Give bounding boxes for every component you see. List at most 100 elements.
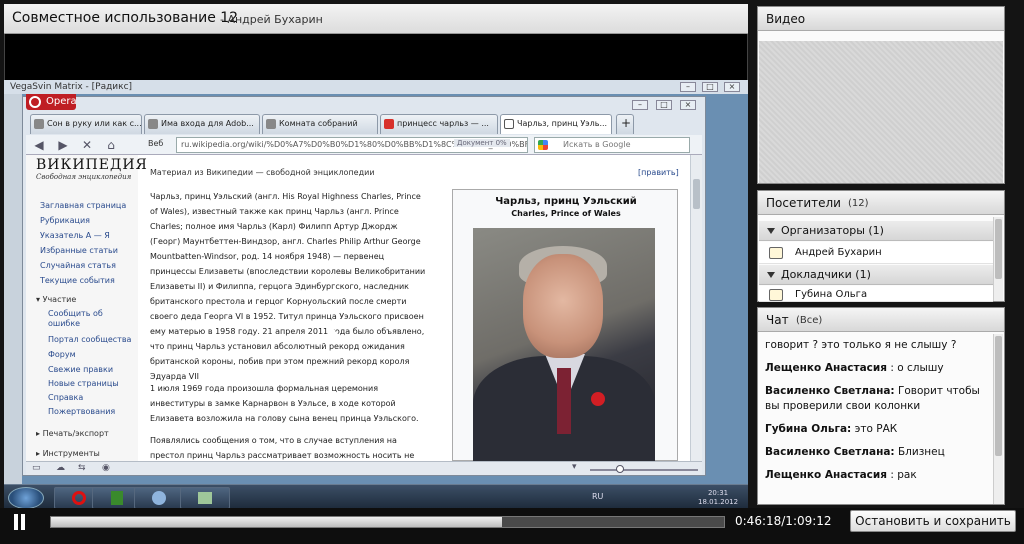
zoom-slider-knob[interactable]	[616, 465, 624, 473]
opera-icon	[72, 491, 86, 505]
web-page: ВИКИПЕДИЯ Свободная энциклопедия Заглавн…	[26, 155, 690, 461]
remote-window-title: VegaSvin Matrix - [Радикс]	[10, 82, 133, 92]
portrait-photo[interactable]	[473, 228, 655, 461]
infobox: Чарльз, принц Уэльский Charles, Prince o…	[452, 189, 678, 461]
sidebar-link[interactable]: Пожертвования	[48, 407, 115, 416]
video-area	[759, 41, 1003, 183]
minimize-icon[interactable]: –	[680, 82, 696, 92]
chat-pod: Чат (Все) говорит ? это только я не слыш…	[757, 307, 1005, 505]
share-icon[interactable]: ⇆	[78, 463, 86, 473]
sidebar-link[interactable]: Рубрикация	[40, 216, 90, 225]
group-presenters[interactable]: Докладчики (1)	[759, 265, 993, 285]
taskbar-mail[interactable]	[134, 487, 184, 509]
chat-message: говорит ? это только я не слышу ?	[765, 339, 957, 351]
sidebar-link[interactable]: Справка	[48, 393, 83, 402]
chat-scope[interactable]: (Все)	[796, 315, 822, 326]
forward-icon[interactable]: ▶	[56, 138, 70, 152]
search-input[interactable]: Искать в Google	[534, 137, 690, 153]
chat-scrollbar[interactable]	[993, 334, 1003, 504]
maximize-icon[interactable]: □	[702, 82, 718, 92]
browser-tab[interactable]: принцесс чарльз — ...	[380, 114, 498, 134]
attendees-count: (12)	[848, 198, 869, 209]
chat-message: Лещенко Анастасия : рак	[765, 469, 917, 481]
browser-tab[interactable]: Има входа для Adob...	[144, 114, 260, 134]
page-scrollbar-thumb[interactable]	[693, 179, 700, 209]
attendees-pod-header: Посетители (12)	[758, 191, 1004, 215]
edit-link[interactable]: [править]	[638, 165, 679, 180]
browser-close-icon[interactable]: ×	[680, 100, 696, 110]
wikipedia-icon	[504, 119, 514, 129]
sidebar-section-participation[interactable]: ▾ Участие	[36, 295, 76, 304]
chevron-down-icon	[767, 228, 775, 234]
chat-message: Василенко Светлана: Близнец	[765, 446, 945, 458]
turbo-icon[interactable]: ◉	[102, 463, 110, 473]
cloud-icon[interactable]: ☁	[56, 463, 65, 473]
attendee-row[interactable]: Андрей Бухарин	[759, 242, 993, 264]
taskbar: RU 20:31 18.01.2012	[4, 484, 748, 510]
panels-icon[interactable]: ▭	[32, 463, 41, 473]
chat-scrollbar-thumb[interactable]	[995, 336, 1002, 456]
group-organizers[interactable]: Организаторы (1)	[759, 221, 993, 241]
sidebar-section-tools[interactable]: ▸ Инструменты	[36, 449, 100, 458]
chat-messages: говорит ? это только я не слышу ? Лещенк…	[759, 338, 989, 504]
tab-favicon-icon	[34, 119, 44, 129]
share-pod-header: Совместное использование 12 - Андрей Бух…	[4, 4, 748, 34]
opera-logo-icon	[29, 96, 41, 108]
start-button[interactable]	[8, 487, 44, 509]
new-tab-button[interactable]: +	[616, 114, 634, 134]
zoom-slider[interactable]	[590, 469, 698, 471]
sidebar-link[interactable]: Указатель А — Я	[40, 231, 110, 240]
sidebar-section-print[interactable]: ▸ Печать/экспорт	[36, 429, 109, 438]
chat-pod-title: Чат	[766, 313, 789, 327]
sidebar-link[interactable]: Новые страницы	[48, 379, 119, 388]
view-icon[interactable]: ▾	[572, 462, 577, 472]
close-icon[interactable]: ×	[724, 82, 740, 92]
sidebar-link[interactable]: Свежие правки	[48, 365, 113, 374]
infobox-subtitle: Charles, Prince of Wales	[511, 209, 621, 218]
page-scrollbar[interactable]	[690, 155, 702, 461]
browser-tab-active[interactable]: Чарльз, принц Уэль...	[500, 114, 612, 134]
playback-time: 0:46:18/1:09:12	[735, 514, 832, 528]
address-bar: ◀ ▶ ✕ ⌂ Веб ru.wikipedia.org/wiki/%D0%A7…	[26, 135, 702, 155]
sidebar-link[interactable]: Текущие события	[40, 276, 115, 285]
article-paragraph: Появлялись сообщения о том, что в случае…	[150, 436, 415, 460]
wikipedia-logo: ВИКИПЕДИЯ	[36, 157, 148, 173]
video-pod-title: Видео	[766, 12, 806, 26]
sidebar-link[interactable]: Портал сообщества	[48, 335, 131, 344]
attendees-pod-title: Посетители	[766, 196, 841, 210]
attendees-scrollbar[interactable]	[993, 217, 1003, 301]
stop-and-save-button[interactable]: Остановить и сохранить	[850, 510, 1016, 532]
web-label: Веб	[148, 139, 164, 148]
tab-favicon-icon	[148, 119, 158, 129]
attendee-row[interactable]: Губина Ольга	[759, 286, 993, 302]
network-icon	[198, 492, 212, 504]
pause-button[interactable]	[13, 514, 27, 530]
sidebar-link[interactable]: Сообщить об ошибке	[48, 309, 118, 329]
opera-menu-label: Opera	[46, 96, 77, 107]
sidebar-link[interactable]: Заглавная страница	[40, 201, 126, 210]
wikipedia-sidebar: ВИКИПЕДИЯ Свободная энциклопедия Заглавн…	[26, 155, 147, 461]
sidebar-link[interactable]: Форум	[48, 350, 76, 359]
language-indicator[interactable]: RU	[592, 492, 603, 501]
article: Материал из Википедии — свободной энцикл…	[150, 155, 679, 461]
browser-tab[interactable]: Комната собраний	[262, 114, 378, 134]
tab-bar: Сон в руку или как с... Има входа для Ad…	[30, 114, 702, 134]
browser-maximize-icon[interactable]: □	[656, 100, 672, 110]
browser-minimize-icon[interactable]: –	[632, 100, 648, 110]
attendees-scrollbar-thumb[interactable]	[995, 219, 1002, 279]
sidebar-link[interactable]: Случайная статья	[40, 261, 116, 270]
tab-favicon-icon	[266, 119, 276, 129]
home-icon[interactable]: ⌂	[104, 138, 118, 152]
sidebar-link[interactable]: Избранные статьи	[40, 246, 118, 255]
article-paragraph: 1 июля 1969 года произошла формальная це…	[150, 384, 419, 423]
browser-tab[interactable]: Сон в руку или как с...	[30, 114, 142, 134]
chat-message: Василенко Светлана: Говорит чтобы вы про…	[765, 385, 980, 412]
back-icon[interactable]: ◀	[32, 138, 46, 152]
browser-window-controls: – □ ×	[632, 100, 702, 112]
mail-icon	[152, 491, 166, 505]
taskbar-clock[interactable]: 20:31 18.01.2012	[698, 489, 738, 507]
chat-message: Лещенко Анастасия : о слышу	[765, 362, 944, 374]
taskbar-network[interactable]	[180, 487, 230, 509]
stop-icon[interactable]: ✕	[80, 138, 94, 152]
app-icon	[111, 491, 123, 505]
